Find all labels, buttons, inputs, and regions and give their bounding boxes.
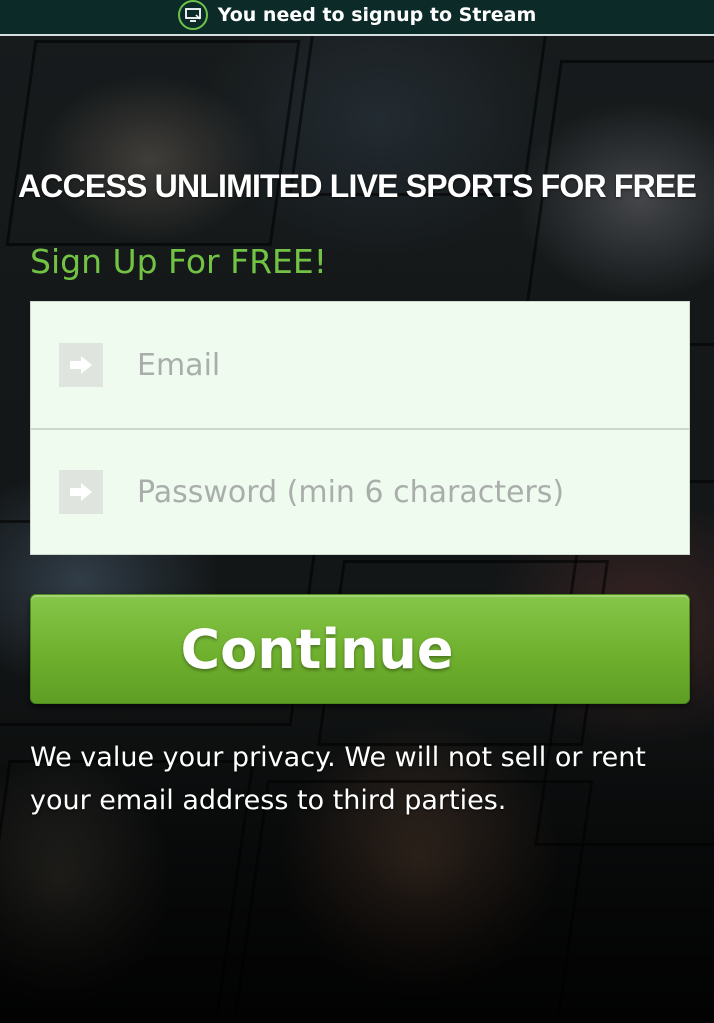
signup-form	[30, 301, 690, 555]
arrow-right-icon	[59, 470, 103, 514]
signup-title: Sign Up For FREE!	[30, 242, 327, 281]
continue-button-label: Continue	[180, 617, 454, 681]
password-row	[31, 429, 689, 555]
continue-button[interactable]: Continue	[30, 594, 690, 704]
email-input[interactable]	[135, 346, 679, 384]
email-row	[31, 302, 689, 430]
banner-text: You need to signup to Stream	[217, 4, 537, 26]
page-headline: ACCESS UNLIMITED LIVE SPORTS FOR FREE	[17, 168, 697, 204]
password-input[interactable]	[135, 473, 679, 511]
monitor-icon	[177, 0, 208, 30]
signup-page: You need to signup to Stream ACCESS UNLI…	[0, 0, 714, 1023]
arrow-right-icon	[59, 343, 103, 387]
signup-banner: You need to signup to Stream	[0, 0, 714, 36]
privacy-notice: We value your privacy. We will not sell …	[30, 742, 646, 816]
